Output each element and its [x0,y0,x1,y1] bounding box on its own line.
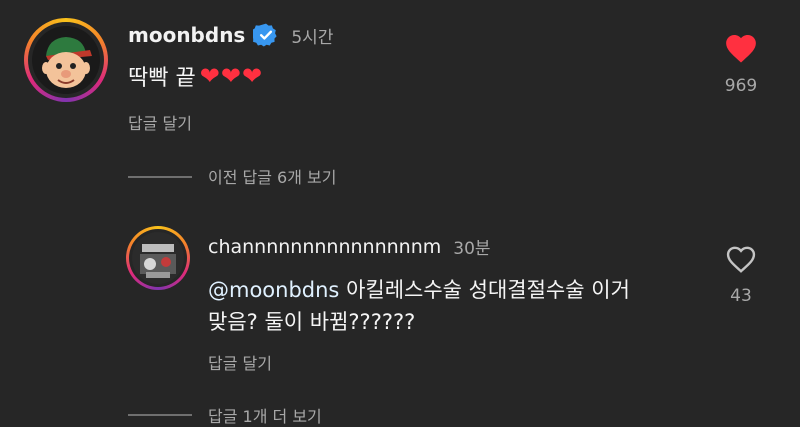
avatar-photo-image [132,232,184,284]
reply-button[interactable]: 답글 달기 [128,110,192,134]
reply-text-line1: @moonbdns 아킬레스수술 성대결절수술 이거 [208,274,630,304]
reply-reply-button[interactable]: 답글 달기 [208,350,272,374]
verified-badge-icon [253,23,277,47]
reply-like-count: 43 [730,286,752,306]
view-more-replies-button[interactable]: 답글 1개 더 보기 [208,403,322,427]
comment-time: 5시간 [291,27,334,48]
comment-text-row: 딱빡 끝 ❤❤❤ [128,60,263,92]
reply-text-line2: 맞음? 둘이 바뀜?????? [208,310,416,334]
heart-outline-icon[interactable] [725,244,757,274]
reply-header: channnnnnnnnnnnnnnm 30분 [208,234,491,260]
view-previous-replies-button[interactable]: 이전 답글 6개 보기 [208,164,336,188]
comment-text: 딱빡 끝 [128,66,196,91]
avatar-moonbdns[interactable] [24,18,108,102]
reply-mention-link[interactable]: @moonbdns [208,278,339,302]
comment-header: moonbdns 5시간 [128,22,333,48]
comment-username[interactable]: moonbdns [128,23,245,47]
reply-time: 30분 [453,239,491,259]
reply-username[interactable]: channnnnnnnnnnnnnnm [208,236,441,258]
comment-like-count: 969 [724,76,758,96]
heart-emojis: ❤❤❤ [199,62,264,90]
reply-text-part1: 아킬레스수술 성대결절수술 이거 [346,278,630,302]
avatar-channnnnnn[interactable] [126,226,190,290]
avatar-cartoon-image [32,26,100,94]
heart-filled-icon[interactable] [724,32,758,64]
divider-line [128,176,192,178]
divider-line [128,414,192,416]
